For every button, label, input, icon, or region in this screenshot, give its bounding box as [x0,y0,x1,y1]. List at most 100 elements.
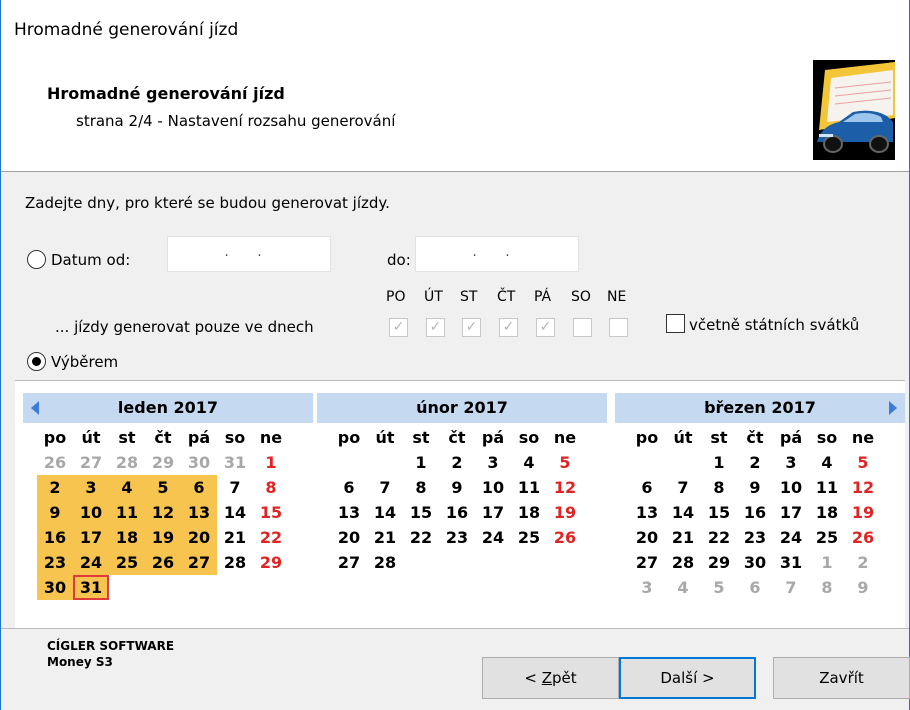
day-cell[interactable]: 17 [73,525,109,550]
next-button[interactable]: Další > [619,657,756,699]
day-cell[interactable]: 26 [547,525,583,550]
day-cell[interactable]: 25 [109,550,145,575]
day-cell[interactable]: 25 [809,525,845,550]
day-cell[interactable]: 18 [511,500,547,525]
day-cell[interactable]: 15 [701,500,737,525]
day-cell[interactable]: 16 [439,500,475,525]
day-cell[interactable]: 10 [475,475,511,500]
day-cell[interactable]: 9 [37,500,73,525]
day-cell[interactable]: 11 [511,475,547,500]
day-cell[interactable]: 14 [665,500,701,525]
day-cell[interactable]: 9 [737,475,773,500]
day-cell[interactable]: 26 [845,525,881,550]
day-cell[interactable]: 20 [331,525,367,550]
holidays-checkbox[interactable] [666,314,685,333]
day-cell[interactable]: 12 [845,475,881,500]
day-cell[interactable]: 28 [217,550,253,575]
date-from-input[interactable]: . . [167,236,331,272]
day-cell[interactable]: 27 [629,550,665,575]
selection-radio[interactable] [27,352,46,371]
day-cell[interactable]: 30 [737,550,773,575]
day-cell[interactable]: 11 [809,475,845,500]
weekday-checkbox-po[interactable]: ✓ [389,318,408,337]
day-cell[interactable]: 6 [331,475,367,500]
day-cell[interactable]: 7 [773,575,809,600]
date-to-input[interactable]: . . [415,236,579,272]
close-button[interactable]: Zavřít [773,657,910,699]
day-cell[interactable]: 5 [547,450,583,475]
day-cell[interactable]: 12 [145,500,181,525]
day-cell[interactable]: 20 [629,525,665,550]
day-cell[interactable]: 1 [701,450,737,475]
day-cell[interactable]: 1 [809,550,845,575]
day-cell[interactable]: 24 [475,525,511,550]
prev-month-icon[interactable] [31,401,39,415]
day-cell[interactable]: 24 [73,550,109,575]
day-cell[interactable]: 24 [773,525,809,550]
day-cell[interactable]: 26 [37,450,73,475]
day-cell[interactable]: 10 [773,475,809,500]
weekday-checkbox-ut[interactable]: ✓ [426,318,445,337]
day-cell[interactable]: 21 [217,525,253,550]
day-cell[interactable]: 22 [253,525,289,550]
day-cell[interactable]: 18 [109,525,145,550]
day-cell[interactable]: 29 [145,450,181,475]
day-cell[interactable]: 19 [845,500,881,525]
day-cell[interactable]: 31 [73,575,109,600]
day-cell[interactable]: 21 [665,525,701,550]
day-cell[interactable]: 4 [665,575,701,600]
day-cell[interactable]: 17 [773,500,809,525]
day-cell[interactable]: 9 [439,475,475,500]
day-cell[interactable]: 2 [737,450,773,475]
day-cell[interactable]: 29 [253,550,289,575]
weekday-checkbox-pa[interactable]: ✓ [536,318,555,337]
day-cell[interactable]: 31 [217,450,253,475]
day-cell[interactable]: 4 [809,450,845,475]
day-cell[interactable]: 7 [217,475,253,500]
day-cell[interactable]: 6 [737,575,773,600]
weekday-checkbox-ct[interactable]: ✓ [499,318,518,337]
day-cell[interactable]: 26 [145,550,181,575]
day-cell[interactable]: 8 [403,475,439,500]
weekday-checkbox-so[interactable] [573,318,592,337]
weekday-checkbox-ne[interactable] [609,318,628,337]
day-cell[interactable]: 7 [367,475,403,500]
day-cell[interactable]: 13 [181,500,217,525]
day-cell[interactable]: 30 [181,450,217,475]
day-cell[interactable]: 3 [475,450,511,475]
day-cell[interactable]: 23 [439,525,475,550]
day-cell[interactable]: 28 [109,450,145,475]
day-cell[interactable]: 19 [145,525,181,550]
day-cell[interactable]: 2 [845,550,881,575]
next-month-icon[interactable] [889,401,897,415]
day-cell[interactable]: 27 [331,550,367,575]
day-cell[interactable]: 4 [511,450,547,475]
day-cell[interactable]: 16 [37,525,73,550]
day-cell[interactable]: 6 [181,475,217,500]
day-cell[interactable]: 15 [403,500,439,525]
day-cell[interactable]: 5 [701,575,737,600]
day-cell[interactable]: 23 [37,550,73,575]
day-cell[interactable]: 17 [475,500,511,525]
day-cell[interactable]: 1 [403,450,439,475]
day-cell[interactable]: 2 [439,450,475,475]
day-cell[interactable]: 18 [809,500,845,525]
weekday-checkbox-st[interactable]: ✓ [462,318,481,337]
day-cell[interactable]: 2 [37,475,73,500]
day-cell[interactable]: 19 [547,500,583,525]
day-cell[interactable]: 16 [737,500,773,525]
day-cell[interactable]: 27 [181,550,217,575]
date-range-radio[interactable] [27,250,46,269]
day-cell[interactable]: 31 [773,550,809,575]
back-button[interactable]: < Zpět [482,657,619,699]
day-cell[interactable]: 12 [547,475,583,500]
day-cell[interactable]: 13 [331,500,367,525]
day-cell[interactable]: 3 [773,450,809,475]
day-cell[interactable]: 8 [701,475,737,500]
day-cell[interactable]: 13 [629,500,665,525]
day-cell[interactable]: 14 [217,500,253,525]
day-cell[interactable]: 29 [701,550,737,575]
day-cell[interactable]: 28 [665,550,701,575]
day-cell[interactable]: 5 [845,450,881,475]
day-cell[interactable]: 14 [367,500,403,525]
